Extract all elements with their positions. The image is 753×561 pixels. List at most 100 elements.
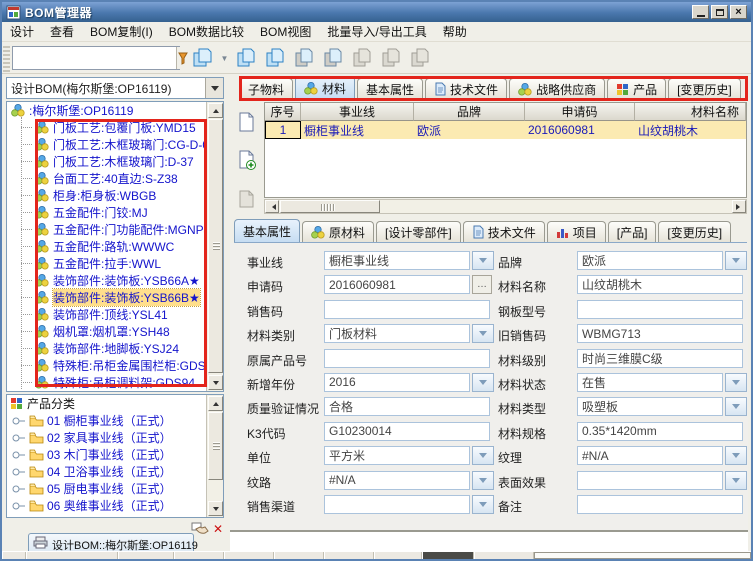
product-category-item[interactable]: 03 木门事业线（正式）	[7, 446, 207, 463]
tab-detail-1[interactable]: 原材料	[302, 221, 374, 242]
tree-item[interactable]: 特殊柜:吊柜调料架:GDS94	[7, 374, 207, 391]
form-input[interactable]	[577, 446, 723, 465]
form-input[interactable]	[577, 373, 723, 392]
minimize-button[interactable]	[692, 5, 709, 19]
form-input[interactable]	[577, 275, 743, 294]
form-input[interactable]	[577, 471, 723, 490]
tree-expander-icon[interactable]	[12, 450, 26, 460]
menu-item-2[interactable]: BOM复制(I)	[82, 21, 161, 42]
tree-expander-icon[interactable]	[12, 501, 26, 511]
scroll-thumb[interactable]	[280, 200, 380, 213]
form-input[interactable]	[324, 349, 490, 368]
column-header[interactable]: 事业线	[301, 103, 414, 121]
form-input[interactable]	[324, 300, 490, 319]
form-input[interactable]	[577, 495, 743, 514]
table-cell[interactable]: 1	[265, 121, 301, 139]
form-input[interactable]	[577, 324, 743, 343]
tab-material-1[interactable]: 材料	[295, 76, 355, 99]
tab-detail-6[interactable]: [变更历史]	[658, 221, 731, 242]
tree-expander-icon[interactable]	[12, 433, 26, 443]
tree-expander-icon[interactable]	[12, 416, 26, 426]
tree-item[interactable]: 装饰部件:装饰板:YSB66A★	[7, 272, 207, 289]
toolbar-grip[interactable]	[3, 44, 10, 72]
form-input[interactable]	[324, 275, 470, 294]
tree-item[interactable]: 柜身:柜身板:WBGB	[7, 187, 207, 204]
form-input[interactable]	[324, 251, 470, 270]
dropdown-button[interactable]	[725, 471, 747, 490]
tree-item[interactable]: 装饰部件:顶线:YSL41	[7, 306, 207, 323]
dropdown-button[interactable]	[472, 324, 494, 343]
tree-item[interactable]: 五金配件:门铰:MJ	[7, 204, 207, 221]
tab-detail-5[interactable]: [产品]	[608, 221, 657, 242]
dropdown-button[interactable]	[725, 373, 747, 392]
tab-material-4[interactable]: 战略供应商	[509, 78, 605, 99]
menu-item-0[interactable]: 设计	[2, 21, 42, 42]
form-input[interactable]	[324, 471, 470, 490]
table-cell[interactable]: 2016060981	[525, 121, 635, 139]
column-header[interactable]: 品牌	[414, 103, 525, 121]
table-hscrollbar[interactable]	[264, 199, 747, 214]
dropdown-button[interactable]	[472, 471, 494, 490]
copy-partial-icon[interactable]	[321, 45, 345, 71]
maximize-button[interactable]	[711, 5, 728, 19]
scroll-thumb[interactable]	[208, 412, 223, 480]
tab-detail-3[interactable]: 技术文件	[463, 221, 545, 242]
form-input[interactable]	[577, 397, 723, 416]
scroll-thumb[interactable]	[208, 119, 223, 373]
form-input[interactable]	[577, 422, 743, 441]
tab-material-6[interactable]: [变更历史]	[668, 78, 741, 99]
close-panel-icon[interactable]: ✕	[213, 521, 223, 537]
dropdown-button[interactable]	[725, 446, 747, 465]
dropdown-button[interactable]	[725, 397, 747, 416]
scroll-down-icon[interactable]	[208, 501, 223, 516]
tab-detail-0[interactable]: 基本属性	[234, 219, 300, 242]
table-row[interactable]: 1橱柜事业线欧派2016060981山纹胡桃木	[265, 121, 746, 139]
product-category-item[interactable]: 02 家具事业线（正式）	[7, 429, 207, 446]
stack-dropdown-button[interactable]: ▼	[218, 45, 231, 71]
menu-item-4[interactable]: BOM视图	[252, 21, 319, 42]
bom-selector-dropdown-icon[interactable]	[205, 78, 223, 98]
scroll-up-icon[interactable]	[208, 396, 223, 411]
product-scrollbar[interactable]	[206, 395, 223, 517]
table-cell[interactable]: 欧派	[414, 121, 525, 139]
tree-item[interactable]: 装饰部件:装饰板:YSB66B★	[7, 289, 207, 306]
product-category-item[interactable]: 05 厨电事业线（正式）	[7, 480, 207, 497]
scroll-down-icon[interactable]	[208, 375, 223, 390]
form-input[interactable]	[577, 300, 743, 319]
product-category-item[interactable]: 06 奥维事业线（正式）	[7, 497, 207, 514]
column-header[interactable]: 材料名称	[635, 103, 746, 121]
form-input[interactable]	[577, 251, 723, 270]
tree-item[interactable]: 门板工艺:木框玻璃门:D-37	[7, 153, 207, 170]
column-header[interactable]: 申请码	[525, 103, 635, 121]
tree-item[interactable]: 装饰部件:地脚板:YSJ24	[7, 340, 207, 357]
table-cell[interactable]: 橱柜事业线	[301, 121, 414, 139]
tab-material-3[interactable]: 技术文件	[425, 78, 507, 99]
dropdown-button[interactable]	[472, 251, 494, 270]
bom-selector[interactable]: 设计BOM(梅尔斯堡:OP16119)	[6, 77, 224, 99]
tree-expander-icon[interactable]	[12, 467, 26, 477]
copy-bom-icon[interactable]	[234, 45, 258, 71]
tree-item[interactable]: 烟机罩:烟机罩:YSH48	[7, 323, 207, 340]
scroll-left-icon[interactable]	[265, 200, 279, 213]
tree-expander-icon[interactable]	[12, 484, 26, 494]
copy-bom-with-doc-icon[interactable]	[263, 45, 287, 71]
tree-item[interactable]: 特殊柜:吊柜金属围栏柜:GDS92	[7, 357, 207, 374]
bom-stack-button[interactable]	[188, 45, 218, 71]
form-input[interactable]	[324, 495, 470, 514]
close-button[interactable]: ×	[730, 5, 747, 19]
dropdown-button[interactable]	[725, 251, 747, 270]
copy-structure-icon[interactable]	[292, 45, 316, 71]
column-header[interactable]: 序号	[265, 103, 301, 121]
dropdown-button[interactable]	[472, 373, 494, 392]
tree-item[interactable]: 五金配件:门功能配件:MGNPJ	[7, 221, 207, 238]
tab-material-2[interactable]: 基本属性	[357, 78, 423, 99]
form-input[interactable]	[577, 349, 743, 368]
form-input[interactable]	[324, 446, 470, 465]
add-document-icon[interactable]	[237, 150, 257, 172]
form-input[interactable]	[324, 373, 470, 392]
tab-material-5[interactable]: 产品	[607, 78, 666, 99]
menu-item-3[interactable]: BOM数据比较	[161, 21, 252, 42]
tree-root[interactable]: :梅尔斯堡:OP16119	[7, 102, 207, 119]
tab-detail-2[interactable]: [设计零部件]	[376, 221, 461, 242]
tab-detail-4[interactable]: 项目	[547, 221, 606, 242]
